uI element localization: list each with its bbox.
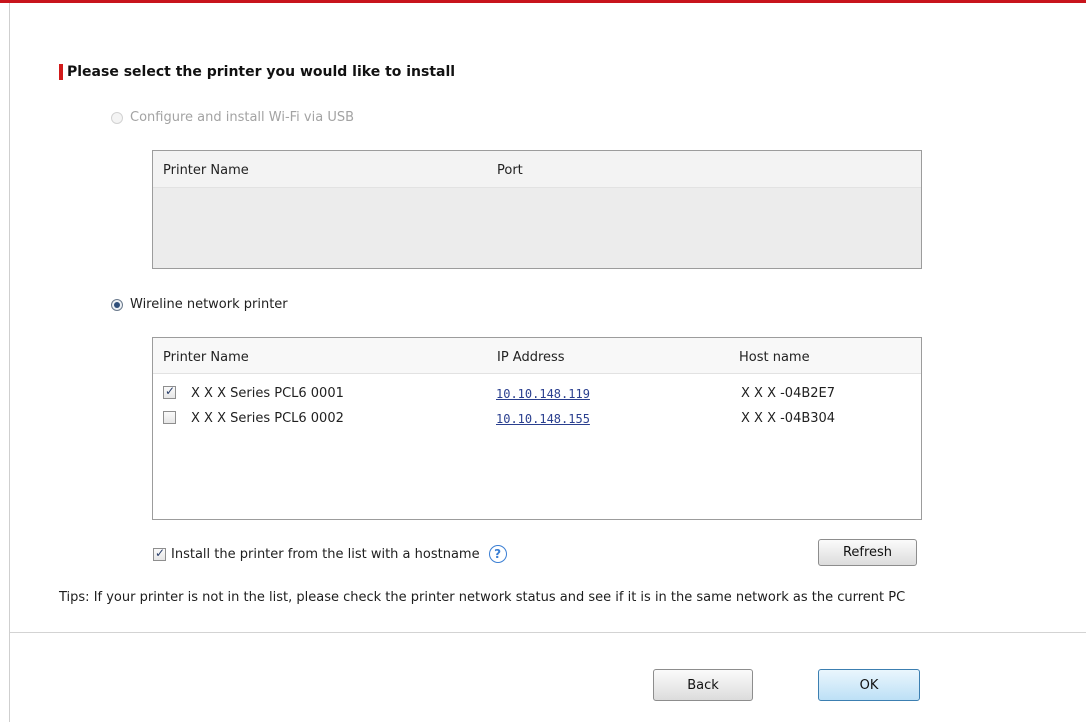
usb-option: Configure and install Wi-Fi via USB: [111, 110, 354, 125]
column-host-name[interactable]: Host name: [739, 350, 810, 365]
usb-list-header: Printer Name Port: [153, 151, 921, 188]
help-icon[interactable]: ?: [488, 545, 507, 563]
install-hostname-checkbox[interactable]: [153, 546, 166, 561]
usb-option-radio[interactable]: [111, 111, 123, 124]
network-option-radio[interactable]: [111, 298, 123, 311]
network-option: Wireline network printer: [111, 297, 288, 312]
table-row[interactable]: X X X Series PCL6 0001 10.10.148.119 X X…: [153, 382, 921, 404]
printer-name: X X X Series PCL6 0002: [191, 411, 344, 426]
column-port[interactable]: Port: [497, 163, 523, 178]
heading-marker: [59, 64, 63, 80]
row-checkbox[interactable]: [163, 411, 176, 424]
tips-text: Tips: If your printer is not in the list…: [59, 590, 906, 605]
column-printer-name[interactable]: Printer Name: [163, 350, 249, 365]
page-title: Please select the printer you would like…: [67, 64, 456, 80]
row-checkbox[interactable]: [163, 384, 176, 399]
printer-name: X X X Series PCL6 0001: [191, 386, 344, 401]
network-option-label[interactable]: Wireline network printer: [130, 297, 288, 312]
window-left-edge: [9, 3, 10, 722]
window-top-accent: [0, 0, 1086, 3]
column-ip-address[interactable]: IP Address: [497, 350, 565, 365]
footer-divider: [10, 632, 1086, 633]
network-list-header: Printer Name IP Address Host name: [153, 338, 921, 374]
usb-option-label: Configure and install Wi-Fi via USB: [130, 110, 355, 125]
network-printer-list[interactable]: Printer Name IP Address Host name X X X …: [152, 337, 922, 520]
host-name: X X X -04B2E7: [741, 386, 836, 401]
refresh-button[interactable]: Refresh: [818, 539, 917, 566]
ok-button[interactable]: OK: [818, 669, 920, 701]
usb-printer-list[interactable]: Printer Name Port: [152, 150, 922, 269]
install-hostname-label[interactable]: Install the printer from the list with a…: [171, 547, 480, 562]
install-hostname-option: Install the printer from the list with a…: [153, 545, 507, 563]
ip-address-link[interactable]: 10.10.148.155: [496, 412, 590, 426]
table-row[interactable]: X X X Series PCL6 0002 10.10.148.155 X X…: [153, 407, 921, 429]
ip-address-link[interactable]: 10.10.148.119: [496, 387, 590, 401]
host-name: X X X -04B304: [741, 411, 836, 426]
column-printer-name[interactable]: Printer Name: [163, 163, 249, 178]
page-heading: Please select the printer you would like…: [59, 64, 455, 80]
back-button[interactable]: Back: [653, 669, 753, 701]
